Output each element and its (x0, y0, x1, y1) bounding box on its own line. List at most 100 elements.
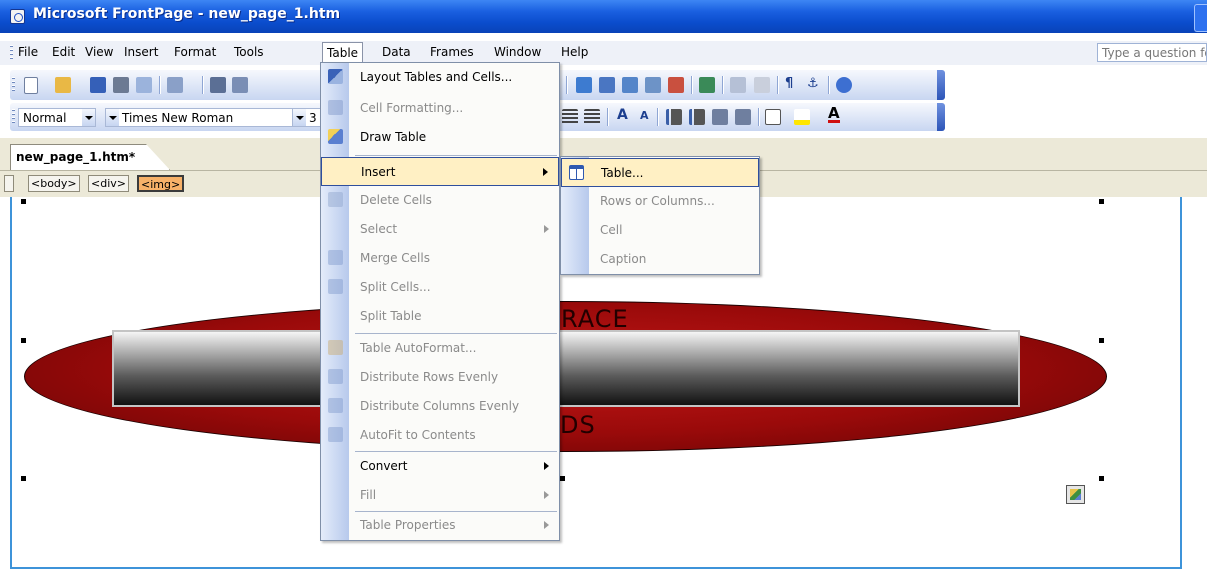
menu-window[interactable]: Window (494, 45, 541, 59)
menu-item-convert[interactable]: Convert (321, 452, 559, 481)
menu-help[interactable]: Help (561, 45, 588, 59)
toolbar-separator (828, 76, 830, 94)
highlight-icon[interactable] (794, 109, 810, 125)
menu-insert[interactable]: Insert (124, 45, 158, 59)
menu-item-table-autoformat[interactable]: Table AutoFormat... (321, 334, 559, 363)
tag-div[interactable]: <div> (88, 175, 129, 192)
menu-item-distribute-rows[interactable]: Distribute Rows Evenly (321, 363, 559, 392)
toggle-pane-icon[interactable] (167, 77, 183, 93)
resize-handle[interactable] (1099, 476, 1104, 481)
menu-format[interactable]: Format (174, 45, 216, 59)
menu-item-split-cells[interactable]: Split Cells... (321, 273, 559, 302)
submenu-item-cell[interactable]: Cell (561, 216, 759, 245)
chevron-down-icon[interactable] (293, 109, 306, 126)
decrease-font-size-icon[interactable]: A (640, 109, 649, 122)
layer-icon[interactable] (622, 77, 638, 93)
stop-icon[interactable] (754, 77, 770, 93)
menu-edit[interactable]: Edit (52, 45, 75, 59)
document-tab[interactable]: new_page_1.htm* (10, 144, 170, 170)
resize-handle[interactable] (560, 476, 565, 481)
window-control-button[interactable] (1194, 4, 1207, 32)
numbered-list-icon[interactable] (666, 109, 682, 125)
insert-table-icon[interactable] (599, 77, 615, 93)
resize-handle[interactable] (1099, 338, 1104, 343)
insert-picture-icon[interactable] (645, 77, 661, 93)
menu-item-split-table[interactable]: Split Table (321, 302, 559, 331)
toolbar-grip[interactable] (12, 109, 15, 125)
toolbar-options-icon[interactable] (937, 70, 945, 100)
anchor-icon[interactable]: ⚓ (807, 76, 819, 91)
menu-item-table-properties[interactable]: Table Properties (321, 511, 559, 540)
help-icon[interactable] (836, 77, 852, 93)
align-right-icon[interactable] (562, 109, 578, 125)
menu-item-select[interactable]: Select (321, 215, 559, 244)
split-cells-icon (328, 279, 343, 294)
font-select-value: Times New Roman (122, 111, 234, 125)
menu-item-draw-table[interactable]: Draw Table (321, 123, 559, 152)
resize-handle[interactable] (21, 199, 26, 204)
menu-item-insert[interactable]: Insert (321, 157, 559, 186)
toolbar-options-icon[interactable] (937, 103, 945, 131)
submenu-item-rows-or-columns[interactable]: Rows or Columns... (561, 187, 759, 216)
menu-item-layout-tables[interactable]: Layout Tables and Cells... (321, 63, 559, 92)
ask-question-input[interactable]: Type a question fo (1097, 43, 1207, 62)
resize-handle[interactable] (1099, 199, 1104, 204)
style-select[interactable]: Normal (18, 108, 96, 127)
chevron-down-icon[interactable] (106, 109, 119, 126)
tag-img[interactable]: <img> (137, 175, 185, 192)
autofit-icon (328, 427, 343, 442)
tag-body[interactable]: <body> (28, 175, 80, 192)
submenu-arrow-icon (544, 521, 549, 529)
menu-tools[interactable]: Tools (234, 45, 264, 59)
resize-handle[interactable] (21, 476, 26, 481)
borders-icon[interactable] (765, 109, 781, 125)
menu-item-fill[interactable]: Fill (321, 481, 559, 510)
menu-view[interactable]: View (85, 45, 113, 59)
toolbar-separator (159, 76, 161, 94)
open-folder-icon[interactable] (55, 77, 71, 93)
menu-item-delete-cells[interactable]: Delete Cells (321, 186, 559, 215)
toolbar-separator (722, 76, 724, 94)
layout-tables-icon (328, 69, 343, 84)
resize-handle[interactable] (21, 338, 26, 343)
menu-file[interactable]: File (18, 45, 38, 59)
submenu-item-caption[interactable]: Caption (561, 245, 759, 274)
frontpage-app-icon[interactable] (10, 9, 25, 24)
search-icon[interactable] (113, 77, 129, 93)
font-size-select[interactable]: 3 (292, 108, 322, 127)
chevron-down-icon[interactable] (82, 109, 95, 126)
menu-table[interactable]: Table (322, 42, 364, 62)
menu-frames[interactable]: Frames (430, 45, 474, 59)
banner-image-bar[interactable] (112, 330, 1020, 407)
show-formatting-icon[interactable]: ¶ (785, 76, 793, 91)
tag-scroll-left-icon[interactable] (4, 175, 14, 192)
menu-item-cell-formatting[interactable]: Cell Formatting... (321, 94, 559, 123)
toolbar-grip[interactable] (12, 77, 15, 93)
toolbar-separator (758, 108, 760, 126)
submenu-item-table[interactable]: Table... (561, 158, 759, 187)
menu-item-distribute-columns[interactable]: Distribute Columns Evenly (321, 392, 559, 421)
print-preview-icon[interactable] (232, 77, 248, 93)
hyperlink-icon[interactable] (699, 77, 715, 93)
print-icon[interactable] (210, 77, 226, 93)
new-page-icon[interactable] (24, 77, 38, 94)
menu-data[interactable]: Data (382, 45, 411, 59)
font-select[interactable]: Times New Roman (105, 108, 310, 127)
refresh-icon[interactable] (730, 77, 746, 93)
toolbar-separator (202, 76, 204, 94)
increase-font-size-icon[interactable]: A (617, 107, 628, 123)
font-color-icon[interactable]: A (828, 106, 840, 123)
menubar-grip[interactable] (10, 45, 13, 61)
drawing-icon[interactable] (668, 77, 684, 93)
menu-item-autofit[interactable]: AutoFit to Contents (321, 421, 559, 450)
publish-icon[interactable] (136, 77, 152, 93)
increase-indent-icon[interactable] (735, 109, 751, 125)
bulleted-list-icon[interactable] (689, 109, 705, 125)
justify-icon[interactable] (584, 109, 600, 125)
broken-image-icon[interactable] (1066, 485, 1085, 504)
web-component-icon[interactable] (576, 77, 592, 93)
decrease-indent-icon[interactable] (712, 109, 728, 125)
menu-item-merge-cells[interactable]: Merge Cells (321, 244, 559, 273)
save-icon[interactable] (90, 77, 106, 93)
merge-cells-icon (328, 250, 343, 265)
